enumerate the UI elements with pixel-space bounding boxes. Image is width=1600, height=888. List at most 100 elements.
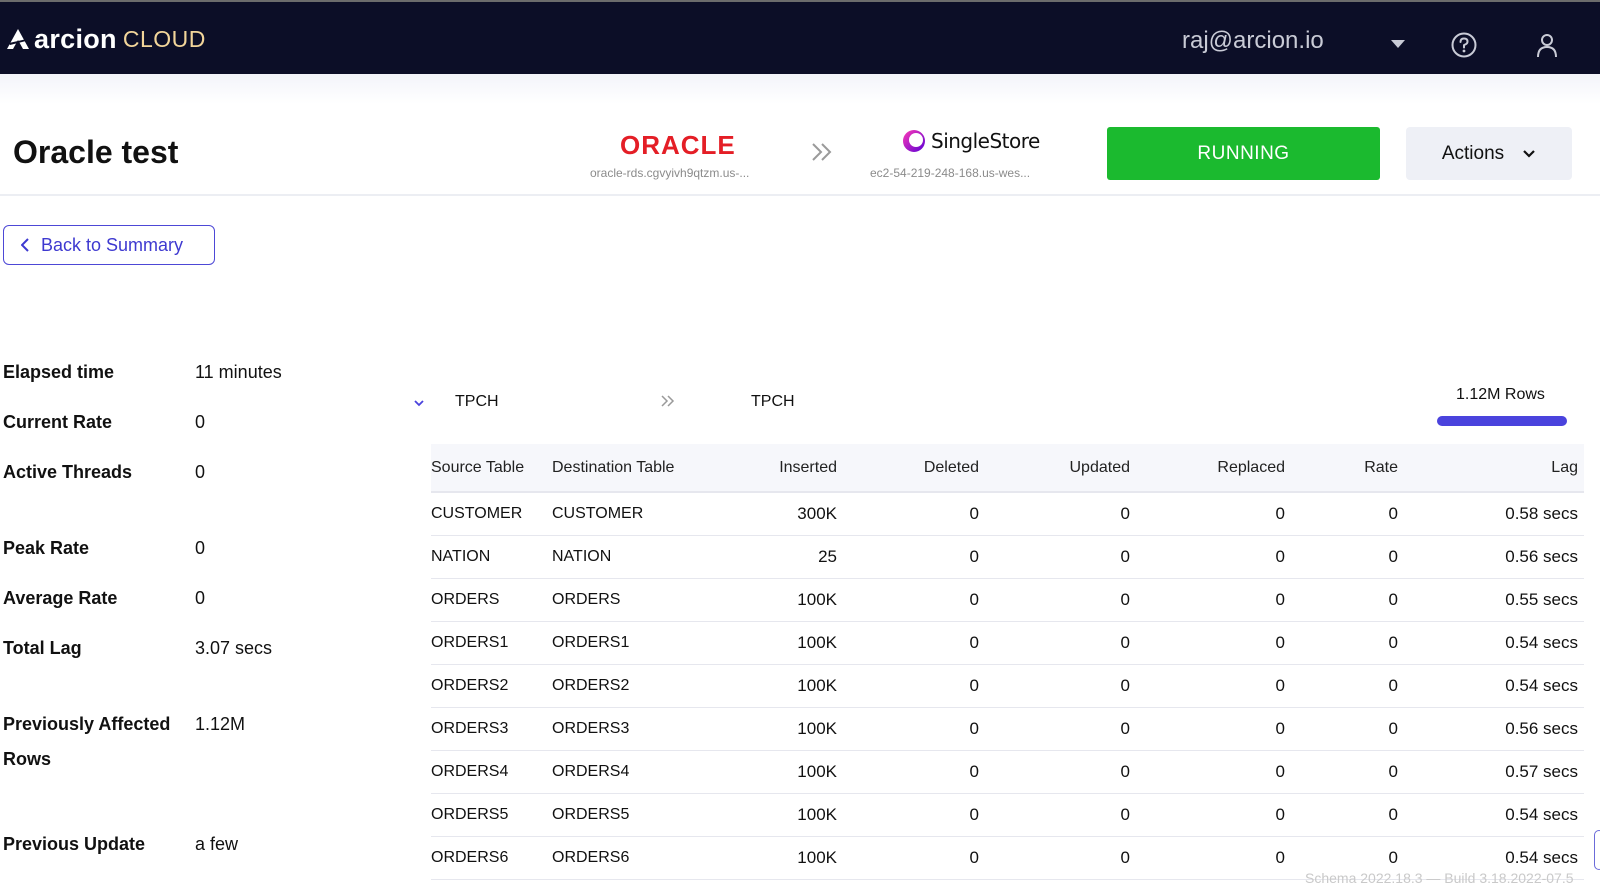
previous-update-value: a few — [195, 834, 239, 854]
cell-source-table: CUSTOMER — [431, 505, 523, 522]
header-inserted[interactable]: Inserted — [712, 459, 837, 477]
cell-lag: 0.54 secs — [1505, 805, 1578, 824]
active-threads-label: Active Threads — [3, 462, 133, 482]
oracle-logo: ORACLE — [620, 130, 735, 158]
table-row[interactable]: ORDERS5 ORDERS5 100K 0 0 0 0 0.54 secs — [431, 794, 1584, 837]
source-host: oracle-rds.cgvyivh9qtzm.us-... — [590, 166, 750, 180]
cell-replaced: 0 — [1275, 504, 1285, 523]
cell-rate: 0 — [1388, 633, 1398, 652]
cell-rate: 0 — [1388, 676, 1398, 695]
cell-inserted: 25 — [818, 547, 837, 566]
cell-destination-table: NATION — [552, 548, 612, 565]
cell-deleted: 0 — [969, 504, 979, 523]
actions-dropdown-button[interactable]: Actions — [1406, 127, 1572, 180]
cell-updated: 0 — [1120, 848, 1130, 867]
singlestore-logo-icon — [903, 130, 925, 152]
cell-deleted: 0 — [969, 590, 979, 609]
total-lag-value: 3.07 secs — [195, 638, 273, 658]
table-row[interactable]: ORDERS1 ORDERS1 100K 0 0 0 0 0.54 secs — [431, 622, 1584, 665]
cell-inserted: 100K — [797, 633, 837, 652]
cell-replaced: 0 — [1275, 805, 1285, 824]
table-row[interactable]: ORDERS3 ORDERS3 100K 0 0 0 0 0.56 secs — [431, 708, 1584, 751]
peak-rate-value: 0 — [195, 538, 206, 558]
brand-suffix: CLOUD — [122, 25, 206, 52]
cell-inserted: 100K — [797, 805, 837, 824]
header-updated[interactable]: Updated — [979, 459, 1131, 477]
back-to-summary-button[interactable]: Back to Summary — [3, 225, 215, 265]
cell-deleted: 0 — [969, 762, 979, 781]
header-lag[interactable]: Lag — [1398, 459, 1578, 477]
version-footer: Schema 2022.18.3 — Build 3.18.2022-07.5 — [1305, 870, 1574, 886]
cell-lag: 0.54 secs — [1505, 676, 1578, 695]
cell-rate: 0 — [1388, 547, 1398, 566]
cell-rate: 0 — [1388, 504, 1398, 523]
header-source-table[interactable]: Source Table — [431, 459, 552, 477]
previously-affected-value: 1.12M — [195, 714, 246, 734]
cell-inserted: 100K — [797, 590, 837, 609]
current-rate-value: 0 — [195, 412, 206, 432]
cell-inserted: 100K — [797, 848, 837, 867]
help-icon[interactable] — [1451, 32, 1477, 58]
cell-lag: 0.54 secs — [1505, 848, 1578, 867]
cell-source-table: ORDERS4 — [431, 763, 509, 780]
elapsed-time-label: Elapsed time — [3, 362, 115, 382]
title-divider — [0, 194, 1600, 196]
cell-source-table: ORDERS3 — [431, 720, 509, 737]
cell-replaced: 0 — [1275, 633, 1285, 652]
cell-rate: 0 — [1388, 762, 1398, 781]
replication-table: Source Table Destination Table Inserted … — [431, 444, 1584, 880]
header-destination-table[interactable]: Destination Table — [552, 459, 712, 477]
cell-updated: 0 — [1120, 633, 1130, 652]
brand-name: arcion — [34, 23, 117, 54]
table-row[interactable]: ORDERS4 ORDERS4 100K 0 0 0 0 0.57 secs — [431, 751, 1584, 794]
progress-fill — [1437, 416, 1567, 426]
header-rate[interactable]: Rate — [1285, 459, 1398, 477]
table-row[interactable]: ORDERS2 ORDERS2 100K 0 0 0 0 0.54 secs — [431, 665, 1584, 708]
table-row[interactable]: ORDERS ORDERS 100K 0 0 0 0 0.55 secs — [431, 579, 1584, 622]
singlestore-logo: SingleStore — [901, 128, 1040, 154]
cell-inserted: 100K — [797, 762, 837, 781]
header-shadow — [0, 74, 1600, 104]
replication-progress-bar — [1437, 416, 1567, 426]
cell-lag: 0.58 secs — [1505, 504, 1578, 523]
header-replaced[interactable]: Replaced — [1130, 459, 1285, 477]
table-row[interactable]: NATION NATION 25 0 0 0 0 0.56 secs — [431, 536, 1584, 579]
cell-lag: 0.56 secs — [1505, 547, 1578, 566]
side-panel-handle[interactable] — [1594, 830, 1600, 870]
active-threads-value: 0 — [195, 462, 206, 482]
table-row[interactable]: CUSTOMER CUSTOMER 300K 0 0 0 0 0.58 secs — [431, 493, 1584, 536]
cell-source-table: ORDERS5 — [431, 806, 509, 823]
cell-source-table: ORDERS2 — [431, 677, 509, 694]
cell-inserted: 300K — [797, 504, 837, 523]
status-running-button[interactable]: RUNNING — [1107, 127, 1380, 180]
peak-rate-label: Peak Rate — [3, 538, 90, 558]
cell-source-table: ORDERS6 — [431, 849, 509, 866]
cell-replaced: 0 — [1275, 762, 1285, 781]
cell-replaced: 0 — [1275, 676, 1285, 695]
current-rate-label: Current Rate — [3, 412, 113, 432]
cell-inserted: 100K — [797, 676, 837, 695]
user-profile-icon[interactable] — [1536, 32, 1558, 58]
cell-source-table: NATION — [431, 548, 491, 565]
cell-lag: 0.57 secs — [1505, 762, 1578, 781]
cell-updated: 0 — [1120, 719, 1130, 738]
average-rate-value: 0 — [195, 588, 206, 608]
user-email[interactable]: raj@arcion.io — [1182, 27, 1324, 55]
cell-source-table: ORDERS1 — [431, 634, 509, 651]
chevron-down-icon[interactable] — [1391, 40, 1405, 48]
cell-replaced: 0 — [1275, 590, 1285, 609]
cell-deleted: 0 — [969, 547, 979, 566]
arcion-cloud-logo[interactable]: arcion CLOUD — [6, 24, 206, 54]
cell-destination-table: ORDERS — [552, 591, 621, 608]
source-schema: TPCH — [455, 393, 499, 410]
cell-destination-table: ORDERS4 — [552, 763, 630, 780]
cell-rate: 0 — [1388, 848, 1398, 867]
cell-replaced: 0 — [1275, 848, 1285, 867]
cell-lag: 0.56 secs — [1505, 719, 1578, 738]
cell-destination-table: ORDERS2 — [552, 677, 630, 694]
cell-updated: 0 — [1120, 504, 1130, 523]
double-chevron-right-icon — [812, 143, 832, 161]
header-deleted[interactable]: Deleted — [837, 459, 979, 477]
back-button-label: Back to Summary — [41, 234, 184, 255]
collapse-chevron-icon[interactable] — [413, 398, 425, 408]
